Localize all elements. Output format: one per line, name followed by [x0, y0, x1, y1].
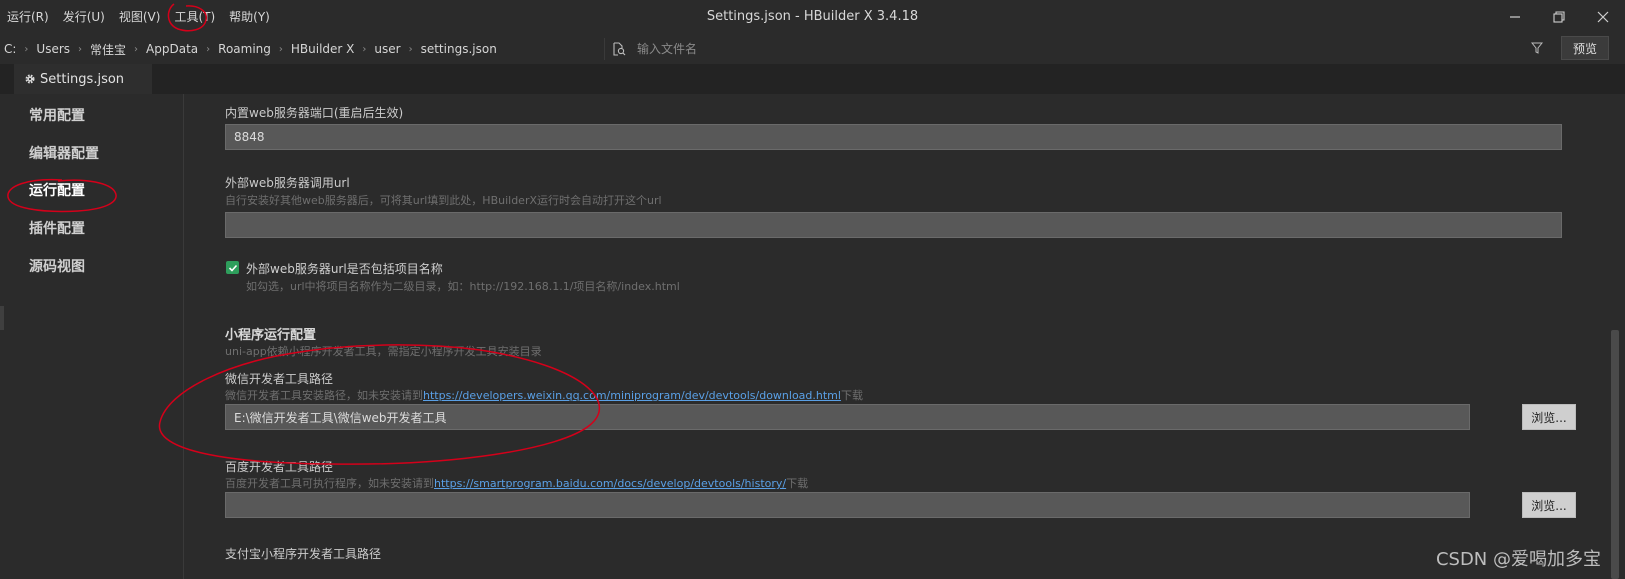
minimize-button[interactable] [1493, 0, 1537, 34]
settings-sidebar: 常用配置 编辑器配置 运行配置 插件配置 源码视图 [0, 94, 184, 579]
search-file-icon [609, 42, 629, 56]
wechat-hint-prefix: 微信开发者工具安装路径，如未安装请到 [225, 389, 423, 402]
preview-button[interactable]: 预览 [1561, 36, 1609, 60]
chevron-right-icon: › [134, 43, 139, 55]
menu-bar: 运行(R) 发行(U) 视图(V) 工具(T) 帮助(Y) [0, 0, 277, 34]
breadcrumb-item[interactable]: Users [36, 42, 70, 56]
baidu-hint-prefix: 百度开发者工具可执行程序，如未安装请到 [225, 477, 434, 490]
wechat-path-hint: 微信开发者工具安装路径，如未安装请到https://developers.wei… [225, 387, 863, 403]
chevron-right-icon: › [278, 43, 283, 55]
file-search [604, 38, 1505, 60]
breadcrumb-item[interactable]: HBuilder X [291, 42, 355, 56]
filter-icon[interactable] [1527, 38, 1547, 58]
miniprogram-section-title: 小程序运行配置 [225, 328, 317, 343]
chevron-right-icon: › [408, 43, 413, 55]
breadcrumb-item[interactable]: C: [4, 42, 16, 56]
wechat-hint-suffix: 下载 [840, 389, 863, 402]
baidu-path-hint: 百度开发者工具可执行程序，如未安装请到https://smartprogram.… [225, 475, 808, 491]
menu-view[interactable]: 视图(V) [112, 0, 168, 34]
external-url-label: 外部web服务器调用url [225, 176, 350, 190]
baidu-hint-suffix: 下载 [786, 477, 809, 490]
wechat-path-label: 微信开发者工具路径 [225, 372, 334, 386]
wechat-path-input[interactable] [225, 404, 1470, 430]
close-button[interactable] [1581, 0, 1625, 34]
sidebar-item-general[interactable]: 常用配置 [29, 105, 85, 125]
sidebar-item-source-view[interactable]: 源码视图 [29, 256, 85, 276]
chevron-right-icon: › [78, 43, 83, 55]
breadcrumb-item[interactable]: Roaming [218, 42, 271, 56]
include-project-checkbox[interactable] [226, 261, 239, 274]
window-controls [1493, 0, 1625, 34]
chevron-right-icon: › [206, 43, 211, 55]
sidebar-item-run[interactable]: 运行配置 [29, 180, 85, 200]
breadcrumb-item[interactable]: settings.json [421, 42, 497, 56]
chevron-right-icon: › [24, 43, 29, 55]
tab-label: Settings.json [40, 71, 125, 87]
tab-bar: Settings.json [0, 64, 1625, 94]
chevron-right-icon: › [362, 43, 367, 55]
baidu-browse-button[interactable]: 浏览... [1522, 492, 1576, 518]
menu-publish[interactable]: 发行(U) [56, 0, 112, 34]
wechat-download-link[interactable]: https://developers.weixin.qq.com/minipro… [423, 389, 841, 402]
close-icon [1597, 11, 1609, 23]
baidu-path-input[interactable] [225, 492, 1470, 518]
wechat-browse-button[interactable]: 浏览... [1522, 404, 1576, 430]
hbuilder-window: 运行(R) 发行(U) 视图(V) 工具(T) 帮助(Y) Settings.j… [0, 0, 1625, 579]
breadcrumb: C: › Users › 常佳宝 › AppData › Roaming › H… [4, 34, 497, 64]
tab-settings-json[interactable]: Settings.json [14, 64, 152, 94]
menu-run[interactable]: 运行(R) [0, 0, 56, 34]
menu-help[interactable]: 帮助(Y) [222, 0, 277, 34]
breadcrumb-bar: C: › Users › 常佳宝 › AppData › Roaming › H… [0, 34, 1625, 64]
title-bar: 运行(R) 发行(U) 视图(V) 工具(T) 帮助(Y) Settings.j… [0, 0, 1625, 34]
gear-icon [25, 74, 35, 84]
alipay-path-label: 支付宝小程序开发者工具路径 [225, 547, 382, 561]
external-url-input[interactable] [225, 212, 1562, 238]
sidebar-item-plugins[interactable]: 插件配置 [29, 218, 85, 238]
breadcrumb-item[interactable]: user [374, 42, 400, 56]
restore-icon [1553, 11, 1565, 23]
search-input[interactable] [629, 41, 1505, 57]
port-label: 内置web服务器端口(重启后生效) [225, 106, 404, 120]
settings-content: 内置web服务器端口(重启后生效) 外部web服务器调用url 自行安装好其他w… [184, 94, 1625, 579]
include-project-label: 外部web服务器url是否包括项目名称 [246, 262, 443, 276]
sidebar-item-editor[interactable]: 编辑器配置 [29, 143, 99, 163]
baidu-path-label: 百度开发者工具路径 [225, 460, 334, 474]
minimize-icon [1510, 16, 1520, 18]
breadcrumb-item[interactable]: 常佳宝 [90, 41, 126, 58]
content-scrollbar[interactable] [1611, 330, 1619, 579]
breadcrumb-item[interactable]: AppData [146, 42, 198, 56]
baidu-download-link[interactable]: https://smartprogram.baidu.com/docs/deve… [434, 477, 786, 490]
restore-button[interactable] [1537, 0, 1581, 34]
check-icon [228, 264, 237, 272]
port-input[interactable] [225, 124, 1562, 150]
menu-tools[interactable]: 工具(T) [167, 0, 222, 34]
external-url-hint: 自行安装好其他web服务器后，可将其url填到此处，HBuilderX运行时会自… [225, 194, 662, 207]
include-project-hint: 如勾选，url中将项目名称作为二级目录，如：http://192.168.1.1… [246, 280, 680, 293]
sidebar-edge-handle [0, 306, 4, 330]
watermark: CSDN @爱喝加多宝 [1435, 549, 1601, 570]
miniprogram-section-hint: uni-app依赖小程序开发者工具，需指定小程序开发工具安装目录 [225, 345, 542, 358]
